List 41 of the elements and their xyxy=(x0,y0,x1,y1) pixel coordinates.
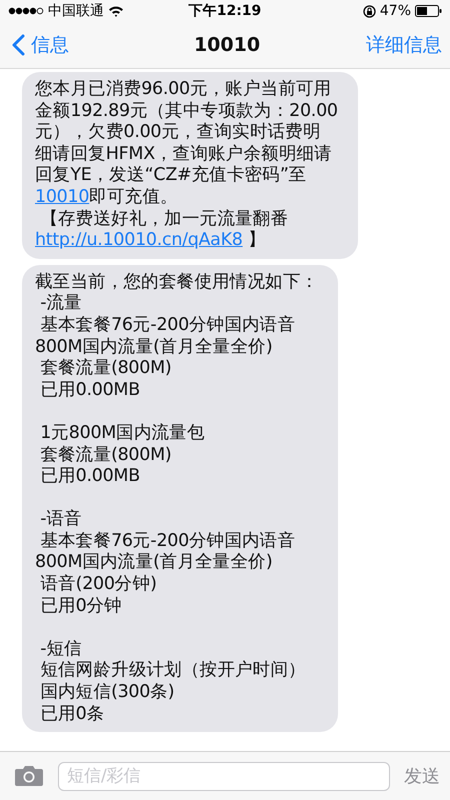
message-text: 【存费送好礼，加一元流量翻番 xyxy=(39,208,288,229)
message-link[interactable]: 10010 xyxy=(35,186,90,207)
message-text: 截至当前，您的套餐使用情况如下： xyxy=(35,272,318,292)
details-button[interactable]: 详细信息 xyxy=(366,32,442,58)
message-text: 短信网龄升级计划（按开户时间） xyxy=(39,660,306,680)
rotation-lock-icon xyxy=(362,4,376,18)
message-text: 语音(200分钟) xyxy=(39,574,157,594)
carrier-name: 中国联通 xyxy=(48,2,104,20)
wifi-icon xyxy=(108,5,124,17)
message-text: 您本月已消费96.00元，账户当前可用 xyxy=(35,79,332,99)
message-text: 已用0分钟 xyxy=(39,596,122,616)
message-text: 细请回复HFMX，查询账户余额明细请 xyxy=(35,144,332,164)
message-text: 已用0.00MB xyxy=(39,466,140,486)
camera-icon[interactable] xyxy=(14,765,44,787)
message-text: 回复YE，发送“CZ#充值卡密码”至 xyxy=(35,165,306,186)
message-text: -语音 xyxy=(39,509,82,530)
message-text: 800M国内流量(首月全量全价) xyxy=(35,552,272,572)
message-text: -短信 xyxy=(39,638,82,659)
battery-icon xyxy=(415,5,442,17)
conversation-title: 10010 xyxy=(194,34,260,56)
back-chevron-icon xyxy=(12,34,25,56)
message-text: 已用0.00MB xyxy=(39,380,140,400)
message-text: 金额192.89元（其中专项款为：20.00 xyxy=(35,100,338,121)
message-text: 1元800M国内流量包 xyxy=(39,422,205,443)
message-text: 国内短信(300条) xyxy=(39,682,174,702)
message-text: 套餐流量(800M) xyxy=(39,444,172,464)
message-text: 800M国内流量(首月全量全价) xyxy=(35,336,272,357)
message-text: 即可充值。 xyxy=(89,186,178,207)
message-text: 基本套餐76元-200分钟国内语音 xyxy=(39,314,296,335)
message-text: 基本套餐76元-200分钟国内语音 xyxy=(39,530,296,551)
message-text: 】 xyxy=(246,230,266,250)
signal-icon xyxy=(8,7,44,15)
message-text: 已用0条 xyxy=(39,704,104,724)
message-text: 元），欠费0.00元，查询实时话费明 xyxy=(35,122,321,142)
battery-percent: 47% xyxy=(380,3,412,19)
message-link[interactable]: http://u.10010.cn/qAaK8 xyxy=(35,230,243,250)
clock-time: 下午12:19 xyxy=(188,2,262,20)
message-text: -流量 xyxy=(39,293,82,314)
back-button[interactable]: 信息 xyxy=(12,32,69,58)
message-text: 套餐流量(800M) xyxy=(39,358,172,378)
message-input[interactable]: 短信/彩信 xyxy=(58,762,390,790)
